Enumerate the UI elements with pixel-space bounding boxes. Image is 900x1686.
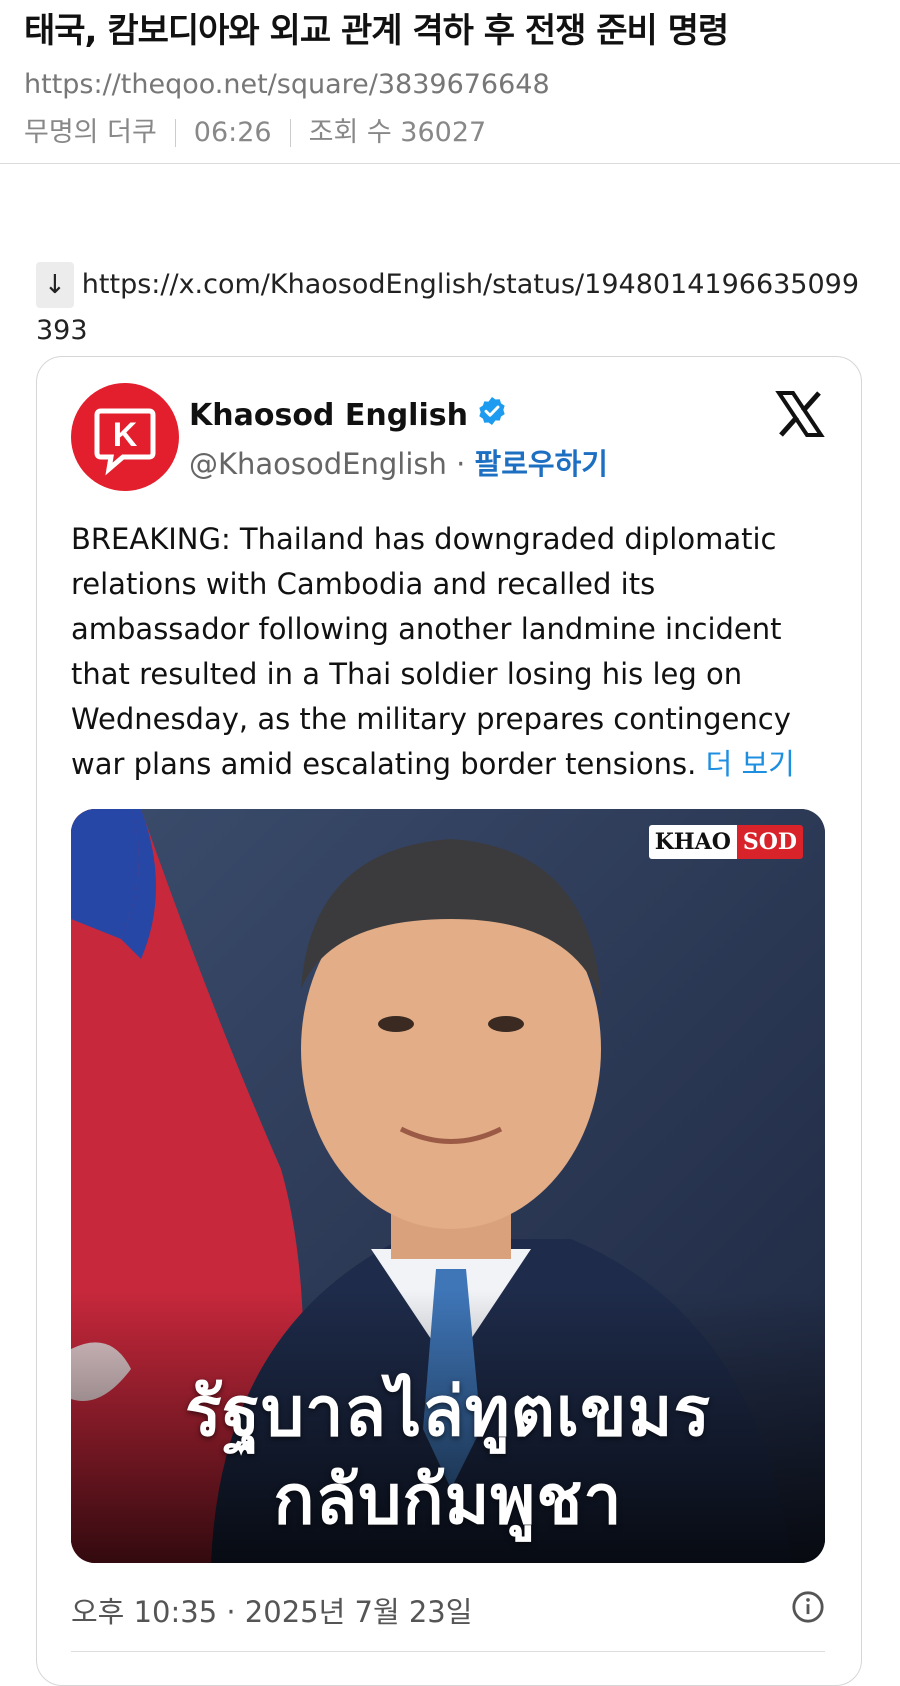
source-link-line[interactable]: ↓ https://x.com/KhaosodEnglish/status/194… (36, 262, 866, 354)
follow-button[interactable]: 팔로우하기 (475, 447, 608, 481)
post-url[interactable]: https://theqoo.net/square/3839676648 (24, 68, 876, 102)
tweet-timestamp[interactable]: 오후 10:35 · 2025년 7월 23일 (71, 1589, 472, 1631)
show-more-link[interactable]: 더 보기 (706, 747, 795, 781)
meta-divider (289, 119, 291, 147)
verified-badge-icon (476, 395, 508, 435)
badge-khao: KHAO (648, 825, 737, 859)
post-author[interactable]: 무명의 더쿠 (24, 116, 157, 150)
avatar[interactable]: K (71, 383, 179, 491)
post-title: 태국, 캄보디아와 외교 관계 격하 후 전쟁 준비 명령 (24, 11, 729, 51)
author-name-text[interactable]: Khaosod English (189, 398, 468, 433)
post-time: 06:26 (193, 117, 272, 148)
tweet-footer: 오후 10:35 · 2025년 7월 23일 (71, 1589, 825, 1631)
tweet-handle-line: @KhaosodEnglish · 팔로우하기 (189, 441, 608, 483)
tweet-text: BREAKING: Thailand has downgraded diplom… (71, 517, 811, 787)
post-body: ↓ https://x.com/KhaosodEnglish/status/194… (36, 262, 866, 354)
post-views: 조회 수 36027 (308, 117, 487, 148)
image-caption-line1: รัฐบาลไล่ทูตเขมร (185, 1373, 711, 1452)
tweet-handle[interactable]: @KhaosodEnglish (189, 447, 447, 481)
image-caption-line2: กลับกัมพูชา (273, 1461, 623, 1540)
post-header: 태국, 캄보디아와 외교 관계 격하 후 전쟁 준비 명령 https://th… (0, 0, 900, 164)
tweet-author-name[interactable]: Khaosod English (189, 395, 508, 435)
x-logo-icon[interactable] (775, 389, 825, 439)
tweet-body: BREAKING: Thailand has downgraded diplom… (71, 522, 791, 781)
info-icon[interactable] (791, 1590, 825, 1631)
footer-divider (71, 1651, 825, 1652)
tweet-photo[interactable]: KHAO SOD รัฐบาลไล่ทูตเขมร กลับกัมพูชา (71, 809, 825, 1563)
handle-dot: · (446, 447, 475, 481)
source-link[interactable]: https://x.com/KhaosodEnglish/status/1948… (36, 269, 859, 346)
badge-sod: SOD (736, 825, 803, 859)
khaosod-badge: KHAO SOD (648, 825, 803, 859)
down-arrow-icon: ↓ (36, 262, 74, 308)
meta-divider (174, 119, 176, 147)
embedded-tweet[interactable]: K Khaosod English @KhaosodEnglish · 팔로우하… (36, 356, 862, 1686)
avatar-letter: K (113, 416, 138, 454)
post-meta: 무명의 더쿠 06:26 조회 수 36027 (24, 116, 876, 150)
